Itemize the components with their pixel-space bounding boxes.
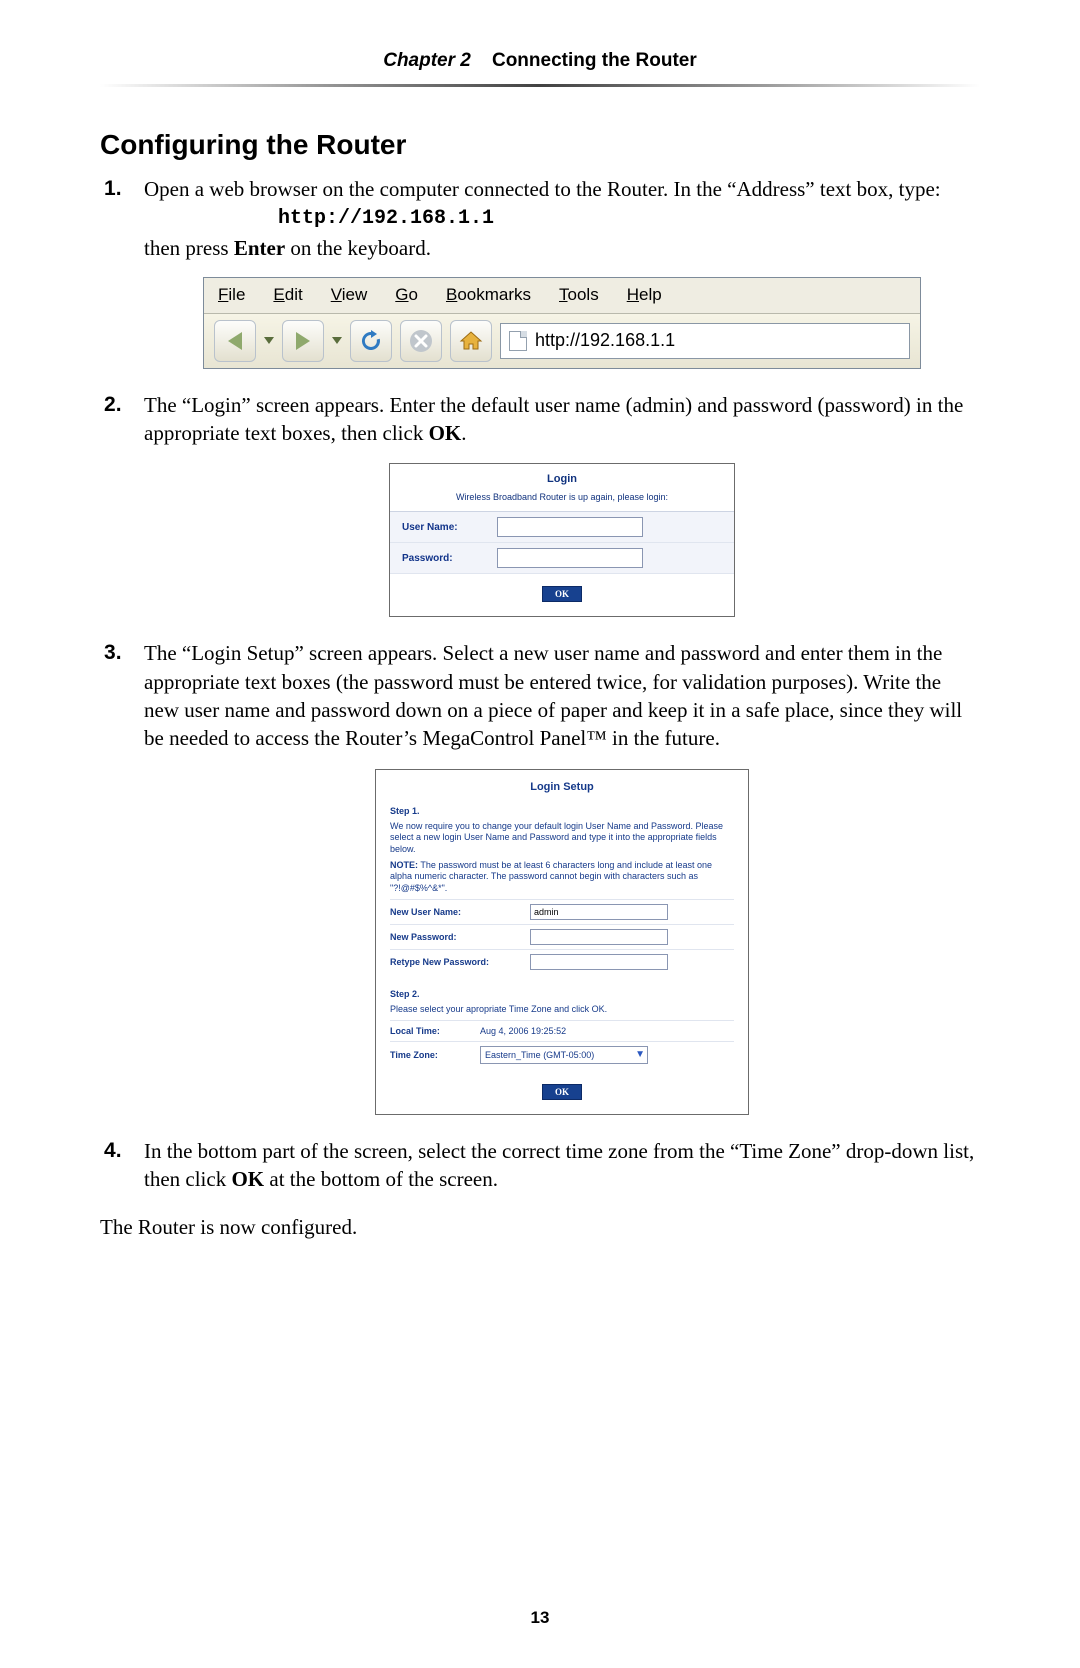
figure-login-box: Login Wireless Broadband Router is up ag… <box>389 463 735 617</box>
figure-login-setup: Login Setup Step 1. We now require you t… <box>375 769 749 1115</box>
local-time-label: Local Time: <box>390 1025 480 1037</box>
setup-step2-label: Step 2. <box>390 988 734 1000</box>
step-1-text-b2: on the keyboard. <box>285 236 431 260</box>
step-4-bold: OK <box>231 1167 264 1191</box>
reload-button[interactable] <box>350 320 392 362</box>
step-2-text-b: . <box>461 421 466 445</box>
back-dropdown-icon[interactable] <box>264 337 274 344</box>
login-ok-button[interactable]: OK <box>542 586 582 602</box>
menu-go[interactable]: Go <box>395 284 418 307</box>
login-password-label: Password: <box>402 552 497 566</box>
setup-para1: We now require you to change your defaul… <box>390 821 734 856</box>
address-text: http://192.168.1.1 <box>535 328 675 352</box>
setup-step1-label: Step 1. <box>390 805 734 817</box>
menu-view[interactable]: View <box>331 284 368 307</box>
chapter-label: Chapter 2 <box>383 50 471 71</box>
menu-edit[interactable]: Edit <box>273 284 302 307</box>
setup-para2: Please select your apropriate Time Zone … <box>390 1004 734 1016</box>
figure-browser-bar: File Edit View Go Bookmarks Tools Help <box>203 277 921 369</box>
setup-ok-button[interactable]: OK <box>542 1084 582 1100</box>
stop-button[interactable] <box>400 320 442 362</box>
chevron-down-icon: ▼ <box>635 1048 645 1062</box>
reload-icon <box>357 327 385 355</box>
menu-help[interactable]: Help <box>627 284 662 307</box>
timezone-label: Time Zone: <box>390 1049 480 1061</box>
menu-file[interactable]: File <box>218 284 245 307</box>
timezone-select[interactable]: Eastern_Time (GMT-05:00) ▼ <box>480 1046 648 1064</box>
step-4: In the bottom part of the screen, select… <box>100 1137 980 1194</box>
step-1-url: http://192.168.1.1 <box>278 205 980 232</box>
forward-dropdown-icon[interactable] <box>332 337 342 344</box>
closing-text: The Router is now configured. <box>100 1215 980 1240</box>
forward-button[interactable] <box>282 320 324 362</box>
arrow-left-icon <box>228 332 242 350</box>
page-number: 13 <box>0 1608 1080 1628</box>
browser-menubar: File Edit View Go Bookmarks Tools Help <box>204 278 920 314</box>
step-2-bold: OK <box>429 421 462 445</box>
login-password-input[interactable] <box>497 548 643 568</box>
login-username-input[interactable] <box>497 517 643 537</box>
chapter-title: Connecting the Router <box>492 50 697 71</box>
retype-password-label: Retype New Password: <box>390 956 530 968</box>
browser-toolbar: http://192.168.1.1 <box>204 314 920 368</box>
step-1-bold: Enter <box>234 236 285 260</box>
menu-tools[interactable]: Tools <box>559 284 599 307</box>
setup-title: Login Setup <box>376 770 748 801</box>
step-1: Open a web browser on the computer conne… <box>100 175 980 369</box>
stop-icon <box>407 327 435 355</box>
home-icon <box>457 327 485 355</box>
new-password-label: New Password: <box>390 931 530 943</box>
step-3: The “Login Setup” screen appears. Select… <box>100 639 980 1114</box>
steps-list: Open a web browser on the computer conne… <box>100 175 980 1193</box>
menu-bookmarks[interactable]: Bookmarks <box>446 284 531 307</box>
section-title: Configuring the Router <box>100 129 980 161</box>
header-divider <box>100 84 980 87</box>
login-title: Login <box>390 464 734 489</box>
step-1-text-a: Open a web browser on the computer conne… <box>144 177 941 201</box>
new-username-label: New User Name: <box>390 906 530 918</box>
back-button[interactable] <box>214 320 256 362</box>
page-icon <box>509 331 527 351</box>
arrow-right-icon <box>296 332 310 350</box>
local-time-value: Aug 4, 2006 19:25:52 <box>480 1025 566 1037</box>
step-3-text: The “Login Setup” screen appears. Select… <box>144 641 962 750</box>
step-2: The “Login” screen appears. Enter the de… <box>100 391 980 618</box>
setup-note: NOTE: The password must be at least 6 ch… <box>390 860 734 895</box>
login-message: Wireless Broadband Router is up again, p… <box>390 489 734 512</box>
address-bar[interactable]: http://192.168.1.1 <box>500 323 910 359</box>
retype-password-input[interactable] <box>530 954 668 970</box>
new-password-input[interactable] <box>530 929 668 945</box>
timezone-value: Eastern_Time (GMT-05:00) <box>485 1049 594 1061</box>
new-username-input[interactable] <box>530 904 668 920</box>
chapter-header: Chapter 2 Connecting the Router <box>100 50 980 72</box>
setup-note-text: The password must be at least 6 characte… <box>390 860 712 893</box>
step-1-text-b1: then press <box>144 236 234 260</box>
home-button[interactable] <box>450 320 492 362</box>
step-2-text-a: The “Login” screen appears. Enter the de… <box>144 393 963 445</box>
step-4-text-b: at the bottom of the screen. <box>264 1167 498 1191</box>
login-username-label: User Name: <box>402 521 497 535</box>
setup-note-label: NOTE: <box>390 860 418 870</box>
